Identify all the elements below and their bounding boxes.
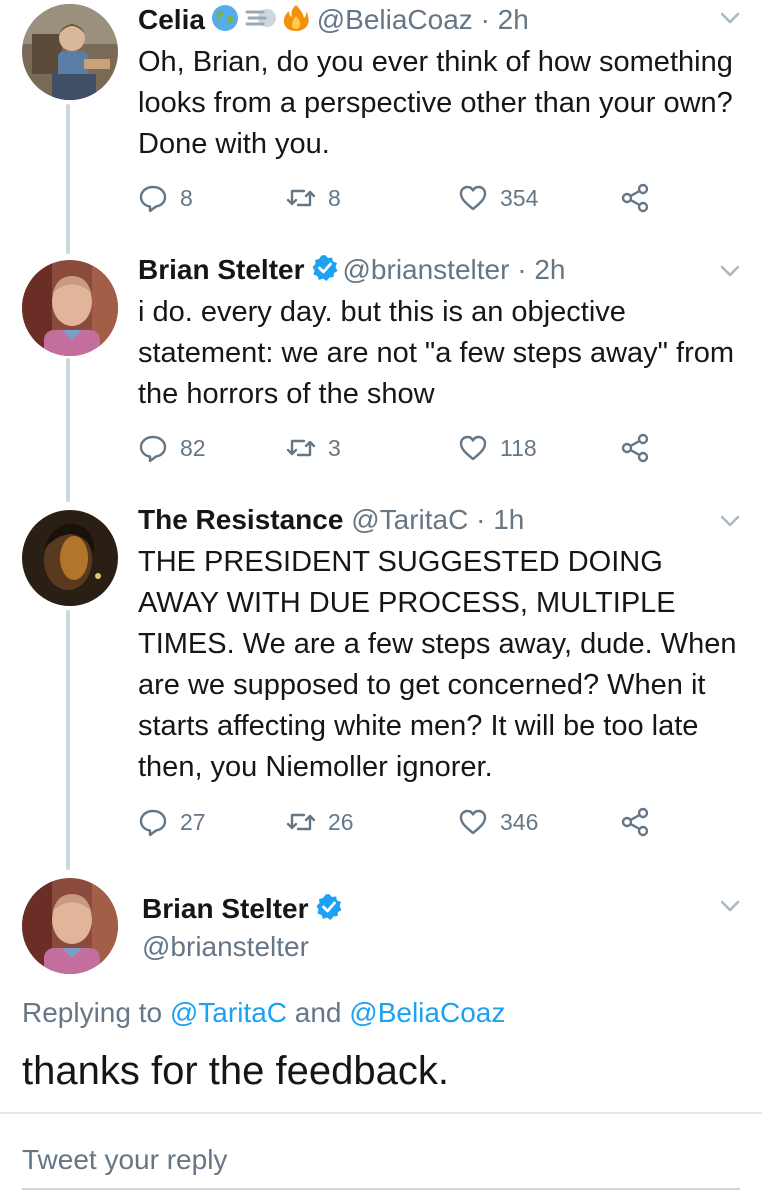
separator-dot: ·: [480, 4, 498, 35]
retweet-button[interactable]: 8: [286, 180, 341, 216]
reply-button[interactable]: 82: [138, 430, 206, 466]
tweet-actions: 82 3 118: [138, 430, 668, 466]
share-button[interactable]: [620, 430, 662, 466]
retweet-count: 26: [328, 808, 354, 835]
reply-count: 27: [180, 808, 206, 835]
retweet-count: 3: [328, 434, 341, 461]
avatar[interactable]: [22, 510, 118, 606]
avatar[interactable]: [22, 4, 118, 100]
avatar[interactable]: [22, 878, 118, 974]
share-icon: [621, 183, 649, 213]
verified-badge-icon: [315, 893, 343, 928]
reply-count: 82: [180, 434, 206, 461]
reply-input[interactable]: [22, 1135, 740, 1185]
main-tweet-author: Brian Stelter: [142, 893, 347, 928]
heart-icon: [459, 185, 487, 211]
mention-link[interactable]: @BeliaCoaz: [349, 997, 505, 1028]
reply-icon: [139, 435, 167, 463]
like-count: 118: [500, 434, 537, 461]
earth-globe-icon: [211, 4, 239, 40]
tweet[interactable]: Celia @BeliaCoaz · 2h Oh, Brian, do you …: [0, 0, 762, 240]
like-button[interactable]: 354: [458, 180, 538, 216]
tweet-actions: 8 8 354: [138, 180, 668, 216]
tweet-actions: 27 26 346: [138, 804, 668, 840]
heart-icon: [459, 809, 487, 835]
tweet-header: Celia @BeliaCoaz · 2h: [138, 3, 529, 40]
share-icon: [621, 433, 649, 463]
retweet-icon: [286, 439, 316, 457]
tweet[interactable]: Brian Stelter @brianstelter · 2h i do. ev…: [0, 250, 762, 490]
like-button[interactable]: 346: [458, 804, 538, 840]
like-count: 346: [500, 808, 539, 835]
avatar[interactable]: [22, 260, 118, 356]
reply-button[interactable]: 8: [138, 180, 193, 216]
tweet-header: The Resistance @TaritaC · 1h: [138, 503, 524, 537]
heart-icon: [459, 435, 487, 461]
retweet-icon: [286, 813, 316, 831]
replying-conjunction: and: [294, 997, 342, 1028]
display-name[interactable]: Brian Stelter: [138, 254, 305, 285]
timestamp[interactable]: 2h: [498, 4, 529, 35]
display-name[interactable]: The Resistance: [138, 504, 343, 535]
tweet[interactable]: The Resistance @TaritaC · 1h THE PRESIDE…: [0, 500, 762, 850]
user-handle[interactable]: @brianstelter: [142, 931, 309, 963]
user-handle[interactable]: @brianstelter: [343, 254, 518, 285]
reply-button[interactable]: 27: [138, 804, 206, 840]
tweet-text: Oh, Brian, do you ever think of how some…: [138, 46, 733, 160]
retweet-button[interactable]: 3: [286, 430, 341, 466]
replying-to: Replying to @TaritaC and @BeliaCoaz: [22, 997, 505, 1029]
share-icon: [621, 807, 649, 837]
display-name[interactable]: Brian Stelter: [142, 893, 309, 924]
dash-icon: [245, 4, 277, 40]
main-tweet-text: thanks for the feedback.: [22, 1049, 449, 1093]
chevron-down-icon[interactable]: [720, 12, 740, 26]
separator-dot: ·: [476, 504, 494, 535]
chevron-down-icon[interactable]: [720, 265, 740, 279]
chevron-down-icon[interactable]: [720, 900, 740, 914]
retweet-icon: [286, 189, 316, 207]
divider: [0, 1112, 762, 1114]
verified-badge-icon: [311, 254, 339, 290]
chevron-down-icon[interactable]: [720, 515, 740, 529]
replying-prefix: Replying to: [22, 997, 163, 1028]
display-name[interactable]: Celia: [138, 4, 205, 35]
user-handle[interactable]: @BeliaCoaz: [317, 4, 481, 35]
user-handle[interactable]: @TaritaC: [351, 504, 476, 535]
timestamp[interactable]: 2h: [534, 254, 565, 285]
retweet-button[interactable]: 26: [286, 804, 354, 840]
timestamp[interactable]: 1h: [493, 504, 524, 535]
reply-icon: [139, 809, 167, 837]
share-button[interactable]: [620, 804, 662, 840]
mention-link[interactable]: @TaritaC: [170, 997, 287, 1028]
like-count: 354: [500, 184, 539, 211]
reply-count: 8: [180, 184, 193, 211]
reply-icon: [139, 185, 167, 213]
tweet-text: THE PRESIDENT SUGGESTED DOING AWAY WITH …: [138, 546, 737, 783]
like-button[interactable]: 118: [458, 430, 537, 466]
retweet-count: 8: [328, 184, 341, 211]
separator-dot: ·: [517, 254, 535, 285]
fire-icon: [283, 4, 309, 40]
share-button[interactable]: [620, 180, 662, 216]
reply-input-underline: [22, 1188, 740, 1190]
tweet-text: i do. every day. but this is an objectiv…: [138, 296, 735, 410]
tweet-header: Brian Stelter @brianstelter · 2h: [138, 253, 565, 290]
